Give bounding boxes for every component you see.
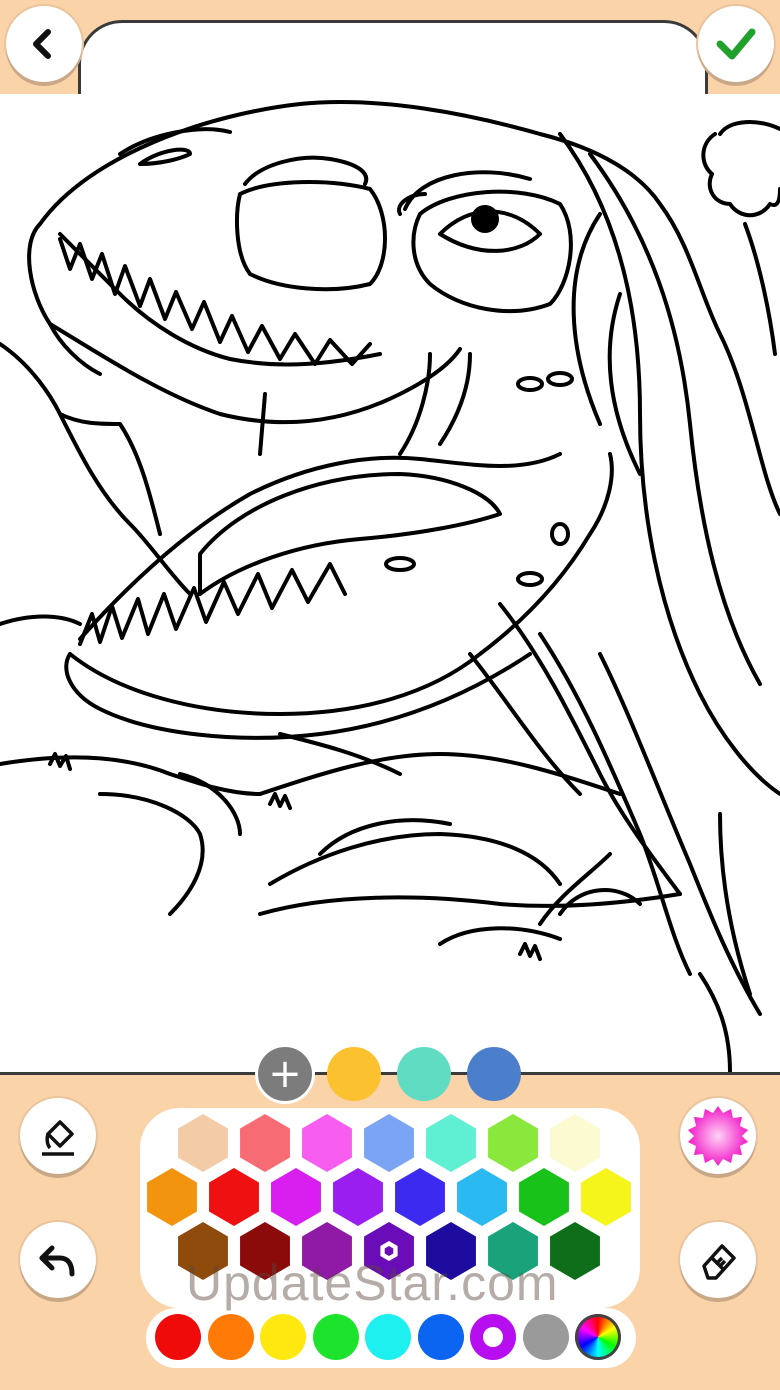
eraser-button[interactable]: [680, 1222, 756, 1298]
color-wheel-button[interactable]: [575, 1314, 621, 1360]
undo-icon: [39, 1245, 75, 1277]
recent-color-swatch[interactable]: [327, 1047, 381, 1101]
fill-bucket-button[interactable]: [20, 1098, 96, 1174]
basic-color-swatch[interactable]: [260, 1314, 306, 1360]
pattern-gear-icon: [688, 1106, 748, 1166]
basic-color-swatch[interactable]: [312, 1314, 359, 1360]
paint-bucket-icon: [42, 1120, 74, 1156]
basic-color-swatch[interactable]: [207, 1314, 254, 1360]
back-button[interactable]: [6, 6, 82, 82]
done-button[interactable]: [698, 6, 774, 82]
texture-button[interactable]: [680, 1098, 756, 1174]
basic-color-swatch[interactable]: [522, 1314, 569, 1360]
basic-color-swatch[interactable]: [155, 1314, 201, 1360]
check-icon: [716, 28, 756, 60]
undo-button[interactable]: [20, 1222, 96, 1298]
basic-color-swatch[interactable]: [365, 1314, 411, 1360]
selected-indicator: [483, 1327, 503, 1347]
recent-color-swatch[interactable]: [467, 1047, 521, 1101]
coloring-canvas[interactable]: [0, 94, 780, 1072]
watermark-text: UpdateStar.com: [186, 1255, 559, 1311]
basic-color-swatch[interactable]: [470, 1314, 516, 1360]
eraser-icon: [702, 1244, 736, 1280]
dinosaur-line-art[interactable]: [0, 94, 780, 1072]
recent-color-swatch[interactable]: [397, 1047, 451, 1101]
chevron-left-icon: [33, 29, 51, 59]
add-color-button[interactable]: +: [258, 1047, 312, 1101]
basic-color-swatch[interactable]: [417, 1314, 464, 1360]
